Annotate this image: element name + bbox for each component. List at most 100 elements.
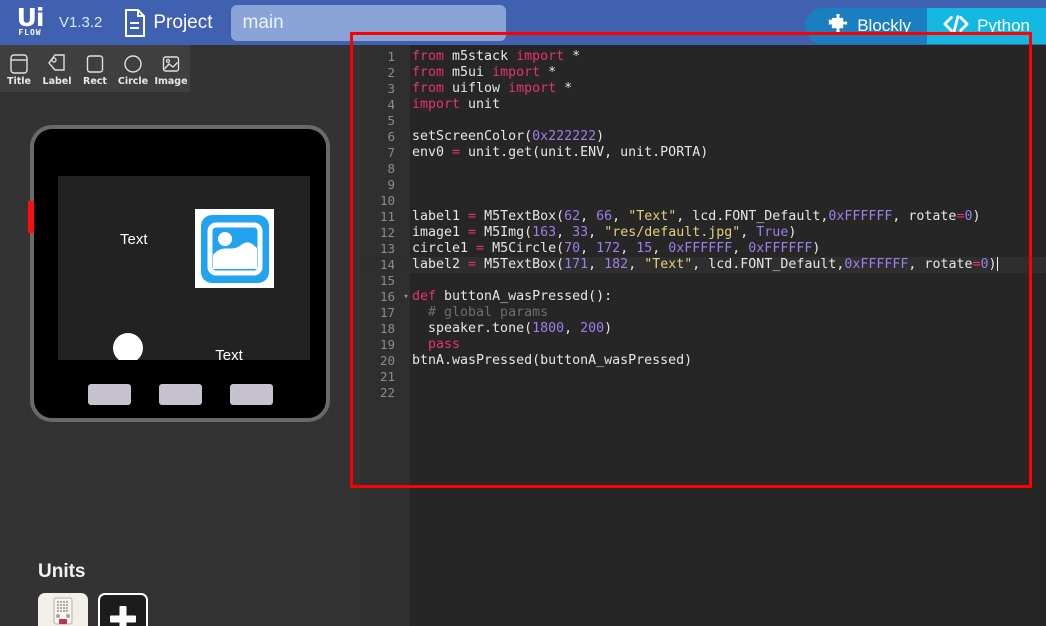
- tab-python[interactable]: Python: [927, 8, 1046, 44]
- device-buttons: [34, 384, 326, 405]
- app-header: Ui FLOW V1.3.2 Project Blockly: [0, 0, 1046, 45]
- code-line-10[interactable]: 10: [360, 193, 1046, 209]
- tab-blockly[interactable]: Blockly: [805, 8, 928, 44]
- project-label: Project: [153, 11, 213, 33]
- code-line-17[interactable]: 17 # global params: [360, 305, 1046, 321]
- screen-label2[interactable]: Text: [215, 347, 243, 360]
- device-led: [28, 201, 34, 233]
- widget-image[interactable]: Image: [152, 45, 190, 92]
- text-cursor: [996, 257, 998, 271]
- project-name-input[interactable]: [230, 4, 506, 41]
- code-line-2[interactable]: 2 from m5ui import *: [360, 65, 1046, 81]
- code-text: image1 = M5Img(163, 33, "res/default.jpg…: [412, 225, 797, 240]
- code-text: label1 = M5TextBox(62, 66, "Text", lcd.F…: [412, 209, 981, 224]
- device-button-b[interactable]: [158, 384, 202, 405]
- line-number: 16: [379, 289, 395, 304]
- code-line-4[interactable]: 4 import unit: [360, 97, 1046, 113]
- code-line-3[interactable]: 3 from uiflow import *: [360, 81, 1046, 97]
- code-line-21[interactable]: 21: [360, 369, 1046, 385]
- code-text: circle1 = M5Circle(70, 172, 15, 0xFFFFFF…: [412, 241, 821, 256]
- code-line-8[interactable]: 8: [360, 161, 1046, 177]
- document-icon[interactable]: [124, 8, 146, 37]
- label-tag-icon: [47, 51, 67, 77]
- code-text: speaker.tone(1800, 200): [412, 321, 613, 336]
- code-text: btnA.wasPressed(buttonA_wasPressed): [412, 353, 693, 368]
- screen-circle1[interactable]: [113, 333, 143, 360]
- puzzle-piece-icon: [827, 13, 849, 40]
- line-number: 9: [387, 177, 395, 192]
- code-line-20[interactable]: 20 btnA.wasPressed(buttonA_wasPressed): [360, 353, 1046, 369]
- tab-blockly-label: Blockly: [857, 16, 912, 35]
- code-line-1[interactable]: 1 from m5stack import *: [360, 49, 1046, 65]
- code-text: from m5stack import *: [412, 49, 581, 64]
- code-line-12[interactable]: 12 image1 = M5Img(163, 33, "res/default.j…: [360, 225, 1046, 241]
- code-text: setScreenColor(0x222222): [412, 129, 605, 144]
- device-screen[interactable]: Text Text: [58, 176, 310, 360]
- code-editor-panel[interactable]: 1 from m5stack import * 2 from m5ui import …: [360, 45, 1046, 626]
- widget-circle-label: Circle: [117, 75, 149, 87]
- rectangle-icon: [85, 51, 105, 77]
- code-line-5[interactable]: 5: [360, 113, 1046, 129]
- code-text: env0 = unit.get(unit.ENV, unit.PORTA): [412, 145, 709, 160]
- widget-rect[interactable]: Rect: [76, 45, 114, 92]
- uiflow-logo: Ui FLOW: [6, 0, 54, 45]
- code-line-7[interactable]: 7 env0 = unit.get(unit.ENV, unit.PORTA): [360, 145, 1046, 161]
- screen-label1[interactable]: Text: [120, 231, 148, 248]
- line-number: 5: [387, 113, 395, 128]
- code-line-13[interactable]: 13 circle1 = M5Circle(70, 172, 15, 0xFFFF…: [360, 241, 1046, 257]
- code-lines[interactable]: 1 from m5stack import * 2 from m5ui import …: [360, 49, 1046, 401]
- device-button-a[interactable]: [87, 384, 131, 405]
- widget-title[interactable]: Title: [0, 45, 38, 92]
- env-sensor-icon: [53, 597, 73, 625]
- code-text: from uiflow import *: [412, 81, 573, 96]
- picture-icon: [200, 214, 269, 283]
- device-preview[interactable]: Text Text: [28, 125, 330, 422]
- screen-image1[interactable]: [195, 209, 274, 288]
- code-line-19[interactable]: 19 pass: [360, 337, 1046, 353]
- code-line-16[interactable]: 16 ▾ def buttonA_wasPressed():: [360, 289, 1046, 305]
- left-sidebar: Title Label Rect Circle Image Text Text …: [0, 45, 360, 626]
- widget-label[interactable]: Label: [38, 45, 76, 92]
- line-number: 4: [387, 97, 395, 112]
- line-number: 11: [379, 209, 395, 224]
- code-text: label2 = M5TextBox(171, 182, "Text", lcd…: [412, 257, 998, 272]
- line-number: 17: [379, 305, 395, 320]
- line-number: 19: [379, 337, 395, 352]
- code-text: def buttonA_wasPressed():: [412, 289, 613, 304]
- code-line-6[interactable]: 6 setScreenColor(0x222222): [360, 129, 1046, 145]
- unit-item-env[interactable]: ENV: [38, 593, 88, 626]
- device-button-c[interactable]: [229, 384, 273, 405]
- code-line-11[interactable]: 11 label1 = M5TextBox(62, 66, "Text", lcd…: [360, 209, 1046, 225]
- line-number: 6: [387, 129, 395, 144]
- units-list: ENV: [38, 593, 148, 626]
- code-text: # global params: [412, 305, 549, 320]
- code-line-15[interactable]: 15: [360, 273, 1046, 289]
- line-number: 8: [387, 161, 395, 176]
- code-line-14[interactable]: 14 label2 = M5TextBox(171, 182, "Text", l…: [360, 257, 1046, 273]
- code-line-22[interactable]: 22: [360, 385, 1046, 401]
- line-number: 20: [379, 353, 395, 368]
- widget-circle[interactable]: Circle: [114, 45, 152, 92]
- line-number: 10: [379, 193, 395, 208]
- code-text: pass: [428, 337, 461, 352]
- units-heading: Units: [38, 561, 86, 582]
- line-number: 13: [379, 241, 395, 256]
- title-icon: [9, 51, 29, 77]
- line-number: 12: [379, 225, 395, 240]
- add-unit-button[interactable]: [98, 593, 148, 626]
- code-line-18[interactable]: 18 speaker.tone(1800, 200): [360, 321, 1046, 337]
- code-line-9[interactable]: 9: [360, 177, 1046, 193]
- widget-rect-label: Rect: [83, 75, 107, 87]
- fold-toggle-icon[interactable]: ▾: [400, 289, 412, 305]
- logo-flow-text: FLOW: [18, 28, 42, 37]
